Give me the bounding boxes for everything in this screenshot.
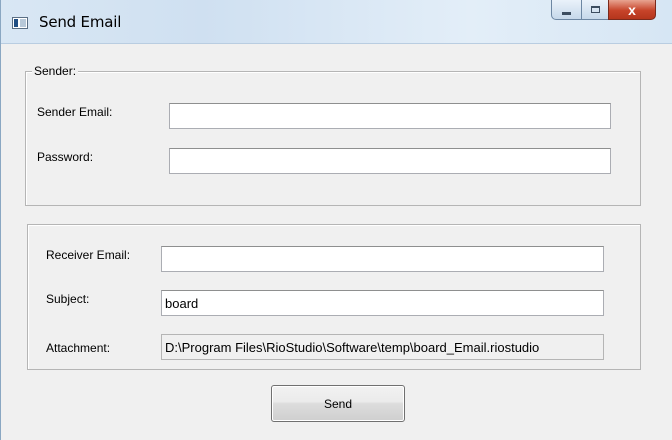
minimize-icon — [562, 12, 571, 15]
subject-field[interactable] — [161, 290, 604, 316]
send-button[interactable]: Send — [271, 385, 405, 422]
maximize-icon — [590, 6, 600, 13]
receiver-email-label: Receiver Email: — [46, 248, 131, 262]
sender-email-label: Sender Email: — [37, 105, 113, 119]
app-icon — [12, 17, 28, 29]
password-label: Password: — [37, 150, 94, 164]
close-icon: x — [628, 1, 636, 18]
close-button[interactable]: x — [608, 0, 656, 20]
receiver-email-field[interactable] — [161, 246, 604, 272]
attachment-field[interactable] — [161, 334, 604, 360]
window-title: Send Email — [39, 13, 122, 31]
subject-label: Subject: — [46, 292, 90, 306]
sender-groupbox: Sender: — [25, 64, 641, 206]
sender-legend: Sender: — [32, 64, 79, 78]
minimize-button[interactable] — [551, 0, 582, 20]
title-bar[interactable]: Send Email x — [1, 0, 672, 44]
password-field[interactable] — [169, 148, 611, 174]
maximize-button[interactable] — [581, 0, 609, 20]
attachment-label: Attachment: — [46, 341, 111, 355]
sender-email-field[interactable] — [169, 103, 611, 129]
send-email-window: Send Email x Sender: Sender Email: Passw… — [0, 0, 672, 440]
